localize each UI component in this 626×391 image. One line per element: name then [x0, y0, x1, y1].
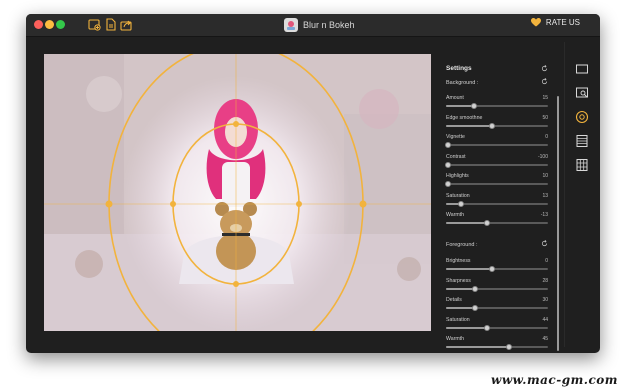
slider-value: 45 — [542, 336, 548, 342]
zoom-window-button[interactable] — [56, 20, 65, 29]
slider-row: Vignette 0 — [445, 134, 548, 152]
slider-track[interactable] — [446, 344, 548, 350]
slider-value: 50 — [542, 114, 548, 121]
list-layers-icon[interactable] — [575, 134, 589, 148]
slider-fill — [446, 222, 487, 224]
grid-icon[interactable] — [575, 158, 589, 172]
watermark-text: www.mac-gm.com — [491, 373, 618, 387]
export-document-icon[interactable] — [104, 18, 117, 31]
slider-label: Edge smoothne — [446, 114, 483, 121]
reset-foreground-icon[interactable] — [541, 240, 548, 247]
slider-fill — [446, 124, 492, 127]
slider-fill — [446, 346, 510, 348]
panel-divider — [564, 42, 565, 347]
slider-label: Saturation — [446, 192, 470, 199]
slider-track[interactable] — [445, 142, 548, 148]
crop-icon[interactable] — [575, 62, 589, 76]
focus-circle-icon[interactable] — [575, 110, 589, 124]
slider-track[interactable] — [446, 266, 548, 272]
slider-handle[interactable] — [488, 266, 495, 272]
slider-fill — [446, 268, 492, 270]
slider-handle[interactable] — [488, 122, 495, 129]
slider-label: Saturation — [446, 316, 470, 323]
app-window: Blur n Bokeh RATE US Settings Background… — [26, 14, 600, 353]
slider-row: Amount 15 — [446, 95, 548, 113]
slider-track[interactable] — [445, 161, 548, 168]
title-bar: Blur n Bokeh RATE US — [26, 14, 600, 37]
slider-track[interactable] — [446, 285, 548, 292]
slider-track[interactable] — [446, 324, 548, 331]
rate-us-label: RATE US — [545, 18, 580, 27]
slider-label: Details — [446, 297, 462, 303]
slider-row: Brightness 0 — [446, 258, 548, 276]
slider-fill — [446, 105, 474, 107]
slider-row: Edge smoothne 50 — [446, 115, 548, 133]
photo-canvas[interactable] — [44, 54, 431, 331]
slider-row: Saturation 44 — [446, 317, 548, 335]
settings-title: Settings — [446, 65, 472, 72]
app-title: Blur n Bokeh — [284, 17, 355, 33]
slider-label: Amount — [446, 95, 464, 101]
slider-handle[interactable] — [483, 324, 490, 331]
settings-scrollbar[interactable] — [557, 96, 559, 351]
app-logo-icon — [284, 18, 298, 32]
background-section-label: Background : — [446, 80, 479, 86]
heart-icon — [530, 18, 541, 27]
slider-value: 0 — [545, 134, 548, 140]
slider-handle[interactable] — [445, 142, 452, 148]
slider-value: 44 — [542, 316, 548, 323]
slider-row: Saturation 13 — [446, 193, 548, 211]
slider-track[interactable] — [446, 220, 548, 226]
slider-value: 15 — [542, 95, 548, 101]
slider-label: Sharpness — [446, 277, 471, 284]
slider-label: Vignette — [446, 134, 465, 140]
slider-handle[interactable] — [445, 161, 452, 168]
slider-value: 30 — [542, 297, 548, 303]
slider-value: 10 — [542, 173, 548, 179]
slider-value: 0 — [545, 258, 548, 264]
slider-label: Highlights — [446, 173, 469, 179]
slider-handle[interactable] — [483, 220, 490, 226]
slider-row: Details 30 — [446, 297, 548, 315]
slider-row: Contrast -100 — [445, 153, 548, 172]
add-photo-icon[interactable] — [88, 18, 101, 31]
zoom-region-icon[interactable] — [575, 86, 589, 100]
slider-fill — [446, 326, 487, 329]
slider-handle[interactable] — [471, 285, 478, 292]
slider-label: Brightness — [446, 258, 471, 264]
slider-row: Warmth -13 — [446, 212, 548, 230]
foreground-section-label: Foreground : — [446, 242, 478, 248]
slider-track[interactable] — [445, 181, 548, 187]
slider-fill — [446, 287, 475, 290]
reset-all-icon[interactable] — [541, 65, 548, 72]
slider-label: Contrast — [446, 153, 466, 160]
slider-track[interactable] — [446, 200, 548, 207]
slider-value: 13 — [542, 192, 548, 199]
slider-handle[interactable] — [471, 305, 478, 311]
slider-label: Warmth — [446, 212, 464, 218]
slider-row: Highlights 10 — [445, 173, 548, 191]
rate-us-button[interactable]: RATE US — [530, 18, 580, 27]
slider-handle[interactable] — [445, 181, 452, 187]
slider-handle[interactable] — [458, 200, 465, 207]
minimize-window-button[interactable] — [45, 20, 54, 29]
photo-preview — [44, 54, 431, 331]
close-window-button[interactable] — [34, 20, 43, 29]
slider-row: Sharpness 28 — [446, 278, 548, 296]
slider-track[interactable] — [446, 305, 548, 311]
slider-fill — [446, 307, 475, 309]
slider-value: 28 — [542, 277, 548, 284]
slider-handle[interactable] — [506, 344, 513, 350]
slider-track[interactable] — [446, 122, 548, 129]
slider-track[interactable] — [446, 103, 548, 109]
reset-background-icon[interactable] — [541, 78, 548, 85]
app-title-text: Blur n Bokeh — [303, 20, 355, 30]
slider-value: -100 — [537, 153, 548, 160]
slider-handle[interactable] — [470, 103, 477, 109]
slider-label: Warmth — [446, 336, 464, 342]
slider-value: -13 — [540, 212, 548, 218]
slider-row: Warmth 45 — [446, 336, 548, 353]
share-icon[interactable] — [120, 18, 133, 31]
